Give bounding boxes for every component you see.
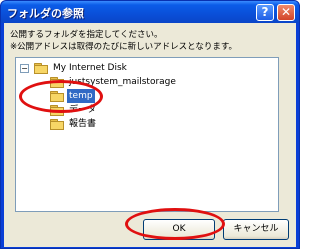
tree-node-temp[interactable]: temp <box>50 89 95 103</box>
tree-node-label: データ <box>69 105 97 115</box>
folder-tree[interactable]: − My Internet Disk justsystem_mailstorag… <box>15 57 279 212</box>
folder-browse-dialog: フォルダの参照 ? ✕ 公開するフォルダを指定してください。 ※公開アドレスは取… <box>0 0 300 249</box>
dialog-client-area: 公開するフォルダを指定してください。 ※公開アドレスは取得のたびに新しいアドレス… <box>4 23 296 247</box>
collapse-icon[interactable]: − <box>20 64 29 73</box>
tree-node-report[interactable]: 報告書 <box>50 117 98 131</box>
folder-icon <box>50 77 64 88</box>
instruction-line-1: 公開するフォルダを指定してください。 <box>10 30 163 40</box>
folder-icon <box>34 63 48 74</box>
tree-node-data[interactable]: データ <box>50 103 98 117</box>
ok-button[interactable]: OK <box>143 219 215 240</box>
open-folder-icon <box>50 91 64 102</box>
title-bar[interactable]: フォルダの参照 ? ✕ <box>1 1 299 23</box>
instruction-text: 公開するフォルダを指定してください。 ※公開アドレスは取得のたびに新しいアドレス… <box>10 29 292 53</box>
tree-node-label: temp <box>67 89 95 103</box>
tree-node-label: justsystem_mailstorage <box>69 77 176 87</box>
help-button[interactable]: ? <box>256 4 274 21</box>
folder-icon <box>50 119 64 130</box>
instruction-line-2: ※公開アドレスは取得のたびに新しいアドレスとなります。 <box>10 42 238 52</box>
tree-node-root[interactable]: − My Internet Disk <box>16 61 129 75</box>
tree-node-justsystem-mailstorage[interactable]: justsystem_mailstorage <box>50 75 178 89</box>
folder-icon <box>50 105 64 116</box>
tree-node-label: 報告書 <box>69 119 97 129</box>
cancel-button[interactable]: キャンセル <box>223 219 289 240</box>
tree-node-label: My Internet Disk <box>53 63 127 73</box>
close-button[interactable]: ✕ <box>277 4 295 21</box>
window-title: フォルダの参照 <box>7 7 84 20</box>
